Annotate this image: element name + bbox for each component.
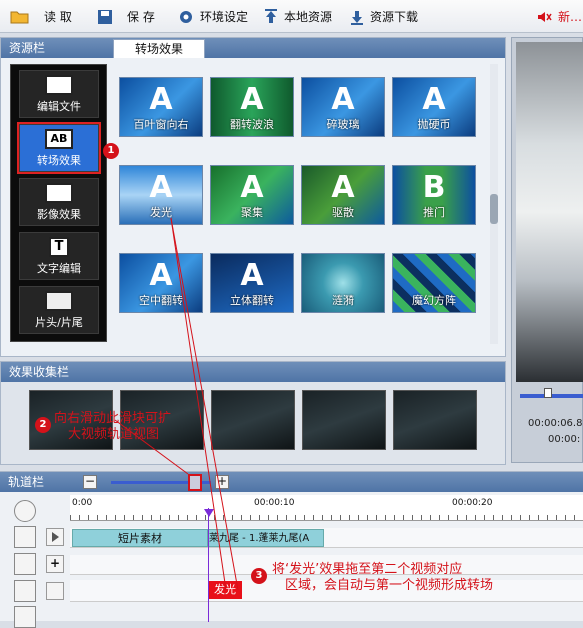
drag-arrow-line bbox=[170, 217, 239, 591]
drag-arrow-line bbox=[170, 217, 227, 591]
annotation-arrows bbox=[114, 217, 239, 591]
slider-arrow-line bbox=[114, 419, 189, 475]
